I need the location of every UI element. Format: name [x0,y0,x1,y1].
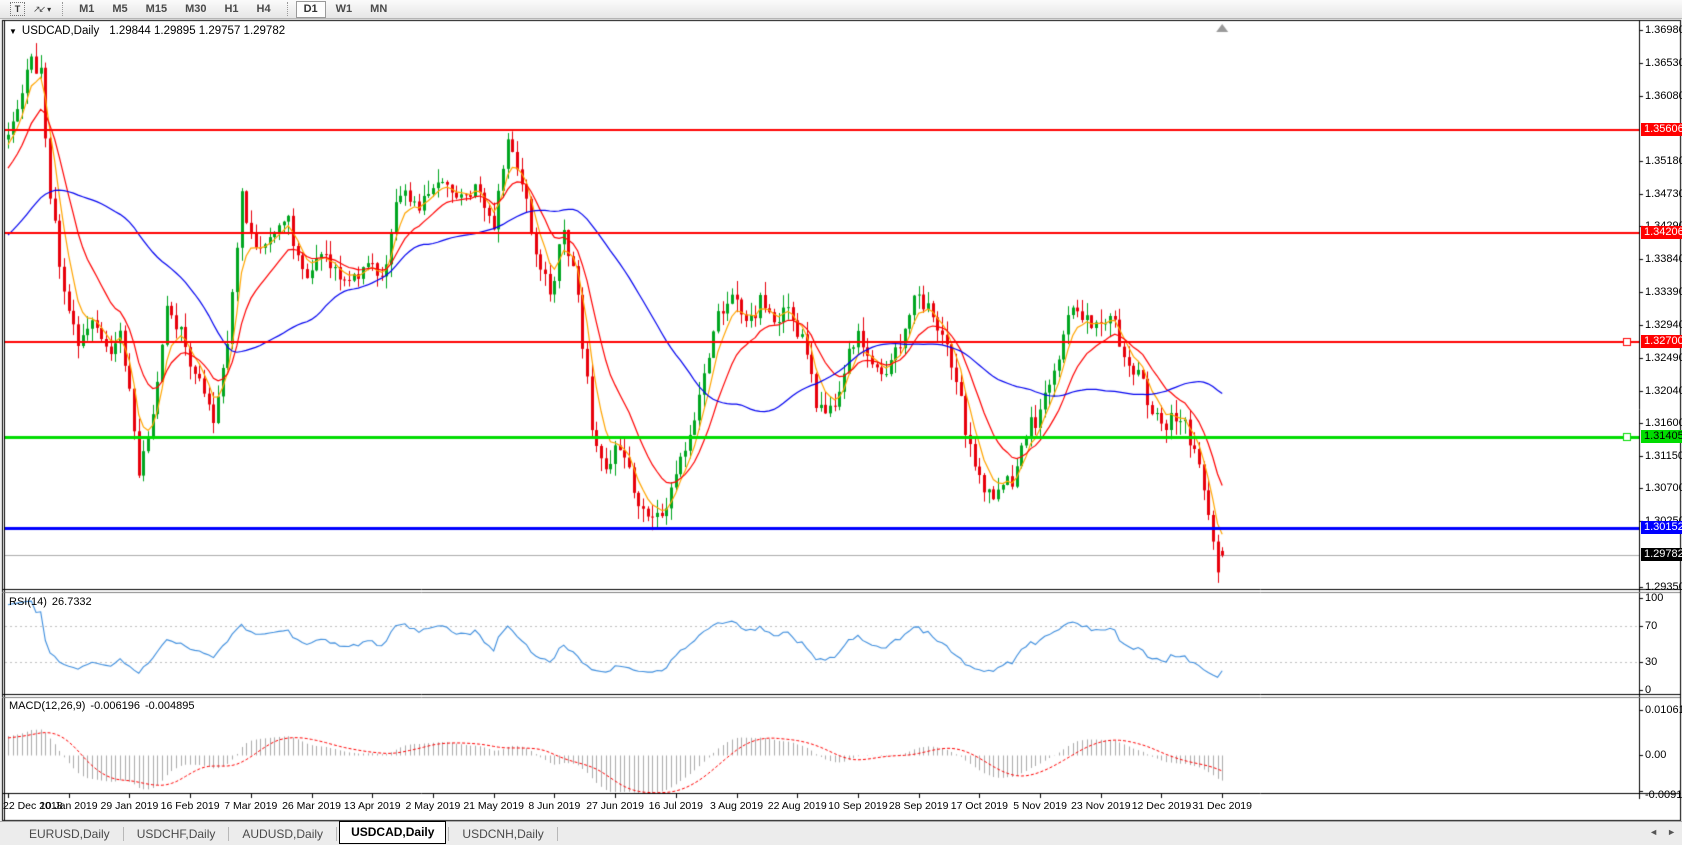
price-chart-canvas[interactable] [0,0,1682,845]
hline-price-tag[interactable]: 1.34206 [1641,226,1682,239]
current-price-tag: 1.29782 [1641,548,1682,561]
date-label: 10 Jan 2019 [40,800,98,812]
rsi-indicator-label: RSI(14) 26.7332 [9,596,92,608]
arrows-tool-button[interactable]: ↗↙ ▾ [29,1,55,17]
date-label: 16 Feb 2019 [161,800,220,812]
date-label: 2 May 2019 [406,800,461,812]
date-label: 3 Aug 2019 [710,800,763,812]
date-label: 28 Sep 2019 [889,800,949,812]
arrows-tool-icon: ↗↙ [33,4,44,15]
price-axis-tick: 1.32040 [1645,385,1682,397]
date-label: 26 Mar 2019 [282,800,341,812]
timeframe-button-mn[interactable]: MN [362,1,395,18]
tab-audusd-daily[interactable]: AUDUSD,Daily [231,824,334,844]
dropdown-caret-icon: ▾ [47,5,51,14]
timeframe-button-m5[interactable]: M5 [104,1,135,18]
date-label: 27 Jun 2019 [586,800,644,812]
timeframe-button-m30[interactable]: M30 [177,1,214,18]
symbol-tab-bar: EURUSD,DailyUSDCHF,DailyAUDUSD,DailyUSDC… [0,821,1682,845]
price-axis-tick: 1.30700 [1645,482,1682,494]
price-axis-tick: 1.32490 [1645,352,1682,364]
rsi-scale-label: 100 [1645,592,1663,604]
rsi-value: 26.7332 [52,596,92,608]
chart-title-symbol: USDCAD,Daily [22,25,99,37]
date-label: 16 Jul 2019 [649,800,703,812]
text-tool-icon: T [10,2,25,16]
macd-signal-value: -0.004895 [145,700,195,712]
date-label: 7 Mar 2019 [224,800,277,812]
rsi-scale-label: 30 [1645,656,1657,668]
tab-usdchf-daily[interactable]: USDCHF,Daily [126,824,227,844]
hline-price-tag[interactable]: 1.35606 [1641,123,1682,136]
tab-separator [336,827,337,841]
chart-title-ohlc: 1.29844 1.29895 1.29757 1.29782 [109,25,285,37]
timeframe-button-h1[interactable]: H1 [216,1,246,18]
tab-scroll-arrows: ◄ ► [1649,827,1676,837]
tab-separator [123,827,124,841]
macd-indicator-label: MACD(12,26,9) -0.006196 -0.004895 [9,700,195,712]
date-label: 17 Oct 2019 [951,800,1008,812]
price-axis-tick: 1.33840 [1645,253,1682,265]
tab-separator [557,827,558,841]
macd-scale-label: -0.009183 [1645,789,1682,801]
toolbar-separator [287,2,288,16]
tab-separator [228,827,229,841]
macd-scale-label: 0.010615 [1645,704,1682,716]
macd-scale-label: 0.00 [1645,749,1666,761]
tab-scroll-right-icon[interactable]: ► [1667,827,1676,837]
tab-eurusd-daily[interactable]: EURUSD,Daily [18,824,121,844]
price-axis-tick: 1.35180 [1645,155,1682,167]
date-label: 21 May 2019 [463,800,524,812]
date-label: 22 Aug 2019 [768,800,827,812]
timeframe-button-h4[interactable]: H4 [249,1,279,18]
tab-separator [448,827,449,841]
date-label: 8 Jun 2019 [528,800,580,812]
price-axis-tick: 1.36530 [1645,57,1682,69]
price-axis-tick: 1.36080 [1645,90,1682,102]
chart-title: ▼ USDCAD,Daily 1.29844 1.29895 1.29757 1… [9,25,285,37]
date-label: 5 Nov 2019 [1013,800,1067,812]
date-label: 13 Apr 2019 [344,800,401,812]
hline-price-tag[interactable]: 1.31405 [1641,430,1682,443]
timeframe-button-m1[interactable]: M1 [71,1,102,18]
timeframe-button-group: M1M5M15M30H1H4 D1W1MN [70,1,396,18]
timeframe-button-d1[interactable]: D1 [296,1,326,18]
rsi-scale-label: 0 [1645,684,1651,696]
price-axis-tick: 1.31600 [1645,417,1682,429]
top-toolbar: T ↗↙ ▾ M1M5M15M30H1H4 D1W1MN [0,0,1682,19]
collapse-triangle-icon[interactable]: ▼ [9,27,17,36]
price-axis-tick: 1.31150 [1645,450,1682,462]
price-axis-tick: 1.34730 [1645,188,1682,200]
text-tool-button[interactable]: T [6,1,29,17]
date-label: 10 Sep 2019 [828,800,888,812]
tab-usdcad-daily[interactable]: USDCAD,Daily [339,821,446,844]
toolbar-separator [62,2,63,16]
price-axis-tick: 1.36980 [1645,24,1682,36]
rsi-scale-label: 70 [1645,620,1657,632]
date-label: 29 Jan 2019 [101,800,159,812]
date-label: 12 Dec 2019 [1132,800,1192,812]
macd-name: MACD(12,26,9) [9,700,85,712]
date-label: 23 Nov 2019 [1071,800,1131,812]
date-label: 31 Dec 2019 [1192,800,1252,812]
rsi-name: RSI(14) [9,596,47,608]
price-axis-tick: 1.33390 [1645,286,1682,298]
macd-value: -0.006196 [90,700,140,712]
hline-price-tag[interactable]: 1.32700 [1641,335,1682,348]
timeframe-button-w1[interactable]: W1 [328,1,361,18]
hline-price-tag[interactable]: 1.30152 [1641,521,1682,534]
price-axis-tick: 1.32940 [1645,319,1682,331]
tab-scroll-left-icon[interactable]: ◄ [1649,827,1658,837]
timeframe-button-m15[interactable]: M15 [138,1,175,18]
tab-usdcnh-daily[interactable]: USDCNH,Daily [451,824,554,844]
